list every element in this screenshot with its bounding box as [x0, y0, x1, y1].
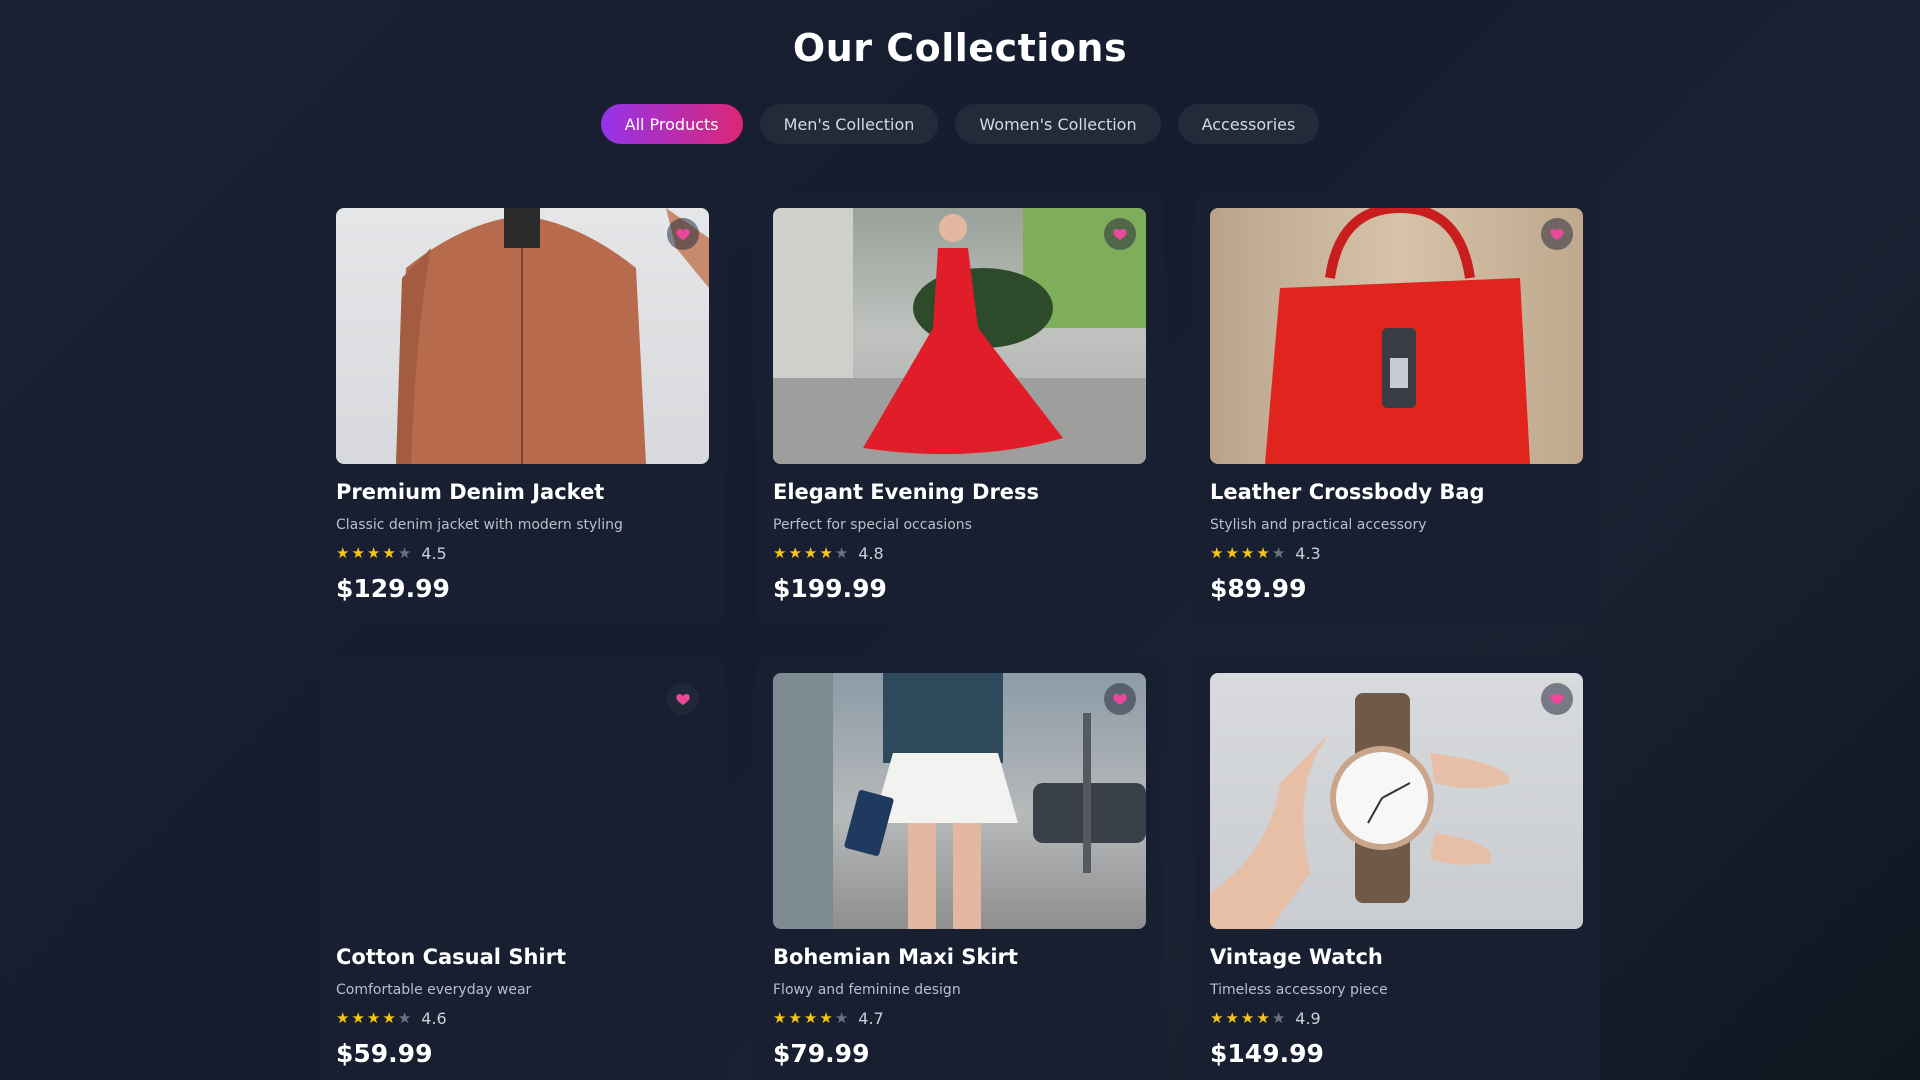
star-icon: ★ — [1271, 1009, 1286, 1027]
star-icon: ★ — [788, 544, 802, 562]
star-icon: ★ — [366, 544, 381, 562]
product-description: Perfect for special occasions — [773, 517, 972, 533]
product-rating: ★ ★ ★ ★ ★ 4.5 — [336, 544, 447, 563]
star-icon: ★ — [1240, 1009, 1255, 1027]
product-rating: ★ ★ ★ ★ ★ 4.6 — [336, 1009, 447, 1028]
rating-value: 4.9 — [1295, 1009, 1321, 1028]
product-image[interactable] — [1210, 673, 1583, 929]
product-name[interactable]: Elegant Evening Dress — [773, 480, 1039, 504]
product-rating: ★ ★ ★ ★ ★ 4.3 — [1210, 544, 1321, 563]
filter-accessories[interactable]: Accessories — [1177, 104, 1320, 144]
rating-value: 4.6 — [421, 1009, 447, 1028]
product-name[interactable]: Premium Denim Jacket — [336, 480, 604, 504]
product-name[interactable]: Bohemian Maxi Skirt — [773, 945, 1018, 969]
product-price: $59.99 — [336, 1039, 433, 1068]
handbag-illustration — [1265, 208, 1530, 464]
star-icon: ★ — [397, 544, 412, 562]
product-image[interactable] — [773, 208, 1146, 464]
product-name[interactable]: Vintage Watch — [1210, 945, 1383, 969]
product-card[interactable]: Bohemian Maxi Skirt Flowy and feminine d… — [757, 657, 1163, 1080]
rating-value: 4.5 — [421, 544, 447, 563]
star-icon: ★ — [1256, 1009, 1270, 1027]
star-icon: ★ — [773, 544, 787, 562]
product-card[interactable]: Leather Crossbody Bag Stylish and practi… — [1194, 192, 1600, 624]
heart-icon — [1113, 229, 1127, 240]
heart-icon — [1550, 694, 1564, 705]
product-name[interactable]: Leather Crossbody Bag — [1210, 480, 1485, 504]
product-card[interactable]: Cotton Casual Shirt Comfortable everyday… — [320, 657, 726, 1080]
favorite-button[interactable] — [1541, 218, 1573, 250]
rating-value: 4.7 — [858, 1009, 884, 1028]
star-icon: ★ — [819, 544, 833, 562]
star-icon: ★ — [834, 1009, 849, 1027]
product-image[interactable] — [336, 673, 709, 929]
star-icon: ★ — [1210, 544, 1224, 562]
product-price: $149.99 — [1210, 1039, 1324, 1068]
product-price: $129.99 — [336, 574, 450, 603]
product-image[interactable] — [336, 208, 709, 464]
favorite-button[interactable] — [667, 683, 699, 715]
star-icon: ★ — [1225, 1009, 1239, 1027]
product-description: Timeless accessory piece — [1210, 982, 1388, 998]
dress-illustration — [773, 208, 1146, 464]
star-icon: ★ — [1271, 544, 1286, 562]
product-grid: Premium Denim Jacket Classic denim jacke… — [320, 192, 1600, 1080]
jacket-illustration — [396, 208, 709, 464]
filter-mens-collection[interactable]: Men's Collection — [759, 104, 939, 144]
product-description: Comfortable everyday wear — [336, 982, 532, 998]
filter-tabs: All Products Men's Collection Women's Co… — [0, 104, 1920, 144]
product-price: $79.99 — [773, 1039, 870, 1068]
star-icon: ★ — [834, 544, 849, 562]
heart-icon — [676, 694, 690, 705]
favorite-button[interactable] — [667, 218, 699, 250]
star-icon: ★ — [366, 1009, 381, 1027]
star-icon: ★ — [1225, 544, 1239, 562]
product-description: Flowy and feminine design — [773, 982, 961, 998]
star-icon: ★ — [788, 1009, 802, 1027]
favorite-button[interactable] — [1541, 683, 1573, 715]
star-icon: ★ — [773, 1009, 787, 1027]
heart-icon — [1550, 229, 1564, 240]
product-card[interactable]: Vintage Watch Timeless accessory piece ★… — [1194, 657, 1600, 1080]
product-image[interactable] — [773, 673, 1146, 929]
product-description: Classic denim jacket with modern styling — [336, 517, 623, 533]
filter-womens-collection[interactable]: Women's Collection — [955, 104, 1161, 144]
star-icon: ★ — [803, 544, 818, 562]
star-icon: ★ — [803, 1009, 818, 1027]
favorite-button[interactable] — [1104, 218, 1136, 250]
product-card[interactable]: Elegant Evening Dress Perfect for specia… — [757, 192, 1163, 624]
star-icon: ★ — [336, 1009, 350, 1027]
star-icon: ★ — [1210, 1009, 1224, 1027]
favorite-button[interactable] — [1104, 683, 1136, 715]
skirt-illustration — [773, 673, 1146, 929]
product-price: $199.99 — [773, 574, 887, 603]
product-description: Stylish and practical accessory — [1210, 517, 1427, 533]
product-name[interactable]: Cotton Casual Shirt — [336, 945, 566, 969]
product-card[interactable]: Premium Denim Jacket Classic denim jacke… — [320, 192, 726, 624]
product-image[interactable] — [1210, 208, 1583, 464]
page-title: Our Collections — [792, 26, 1128, 70]
star-icon: ★ — [397, 1009, 412, 1027]
star-icon: ★ — [819, 1009, 833, 1027]
star-icon: ★ — [382, 1009, 396, 1027]
watch-illustration — [1210, 693, 1510, 929]
star-icon: ★ — [351, 544, 365, 562]
filter-all-products[interactable]: All Products — [600, 104, 743, 144]
product-rating: ★ ★ ★ ★ ★ 4.8 — [773, 544, 884, 563]
product-price: $89.99 — [1210, 574, 1307, 603]
star-icon: ★ — [382, 544, 396, 562]
heart-icon — [676, 229, 690, 240]
product-rating: ★ ★ ★ ★ ★ 4.7 — [773, 1009, 884, 1028]
rating-value: 4.3 — [1295, 544, 1321, 563]
star-icon: ★ — [336, 544, 350, 562]
star-icon: ★ — [1240, 544, 1255, 562]
star-icon: ★ — [1256, 544, 1270, 562]
star-icon: ★ — [351, 1009, 365, 1027]
heart-icon — [1113, 694, 1127, 705]
rating-value: 4.8 — [858, 544, 884, 563]
product-rating: ★ ★ ★ ★ ★ 4.9 — [1210, 1009, 1321, 1028]
